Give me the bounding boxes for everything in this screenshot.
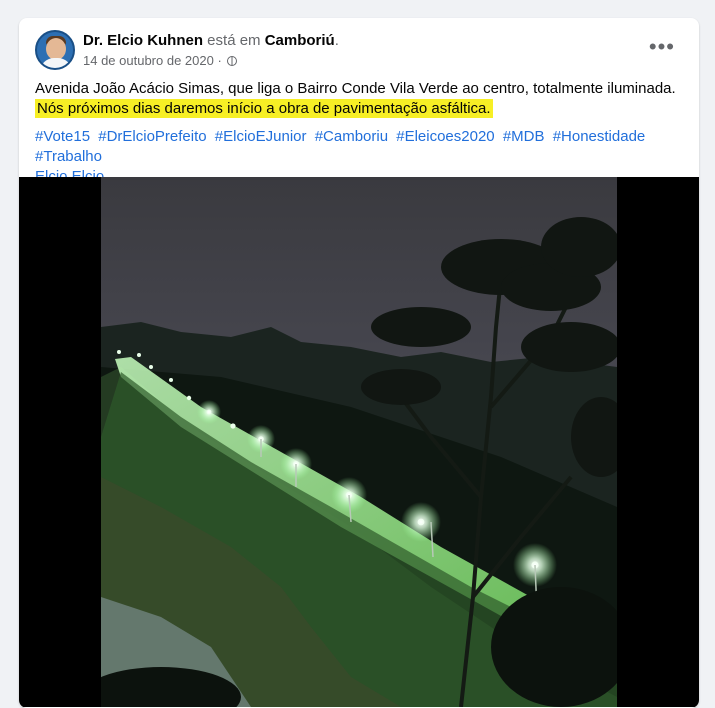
post-text-line-1: Avenida João Acácio Simas, que liga o Ba… (35, 80, 676, 97)
hashtag[interactable]: #Trabalho (35, 148, 102, 165)
author-line: Dr. Elcio Kuhnen está em Camboriú. (83, 32, 339, 49)
post-header: Dr. Elcio Kuhnen está em Camboriú. 14 de… (35, 30, 685, 74)
location-link[interactable]: Camboriú (265, 32, 335, 49)
hashtag[interactable]: #Honestidade (553, 128, 646, 145)
post-photo[interactable] (101, 177, 617, 707)
hashtag[interactable]: #ElcioEJunior (215, 128, 307, 145)
hashtag[interactable]: #Eleicoes2020 (396, 128, 494, 145)
post-text-line-2-highlighted: Nós próximos dias daremos início a obra … (35, 99, 493, 118)
more-options-icon[interactable]: ••• (649, 36, 675, 58)
author-avatar[interactable] (35, 30, 75, 70)
post-text: Avenida João Acácio Simas, que liga o Ba… (35, 79, 685, 119)
post-photo-frame[interactable] (19, 177, 699, 707)
hashtag[interactable]: #MDB (503, 128, 545, 145)
location-connector: está em (203, 32, 265, 49)
date-separator: · (213, 53, 226, 68)
globe-icon (227, 56, 238, 66)
hashtag[interactable]: #Camboriu (315, 128, 388, 145)
author-name[interactable]: Dr. Elcio Kuhnen (83, 32, 203, 49)
post-date[interactable]: 14 de outubro de 2020 (83, 53, 214, 68)
post-meta: 14 de outubro de 2020 · (83, 53, 238, 68)
hashtag[interactable]: #DrElcioPrefeito (98, 128, 206, 145)
period: . (334, 32, 339, 49)
hashtag[interactable]: #Vote15 (35, 128, 90, 145)
post-card: Dr. Elcio Kuhnen está em Camboriú. 14 de… (19, 18, 699, 708)
